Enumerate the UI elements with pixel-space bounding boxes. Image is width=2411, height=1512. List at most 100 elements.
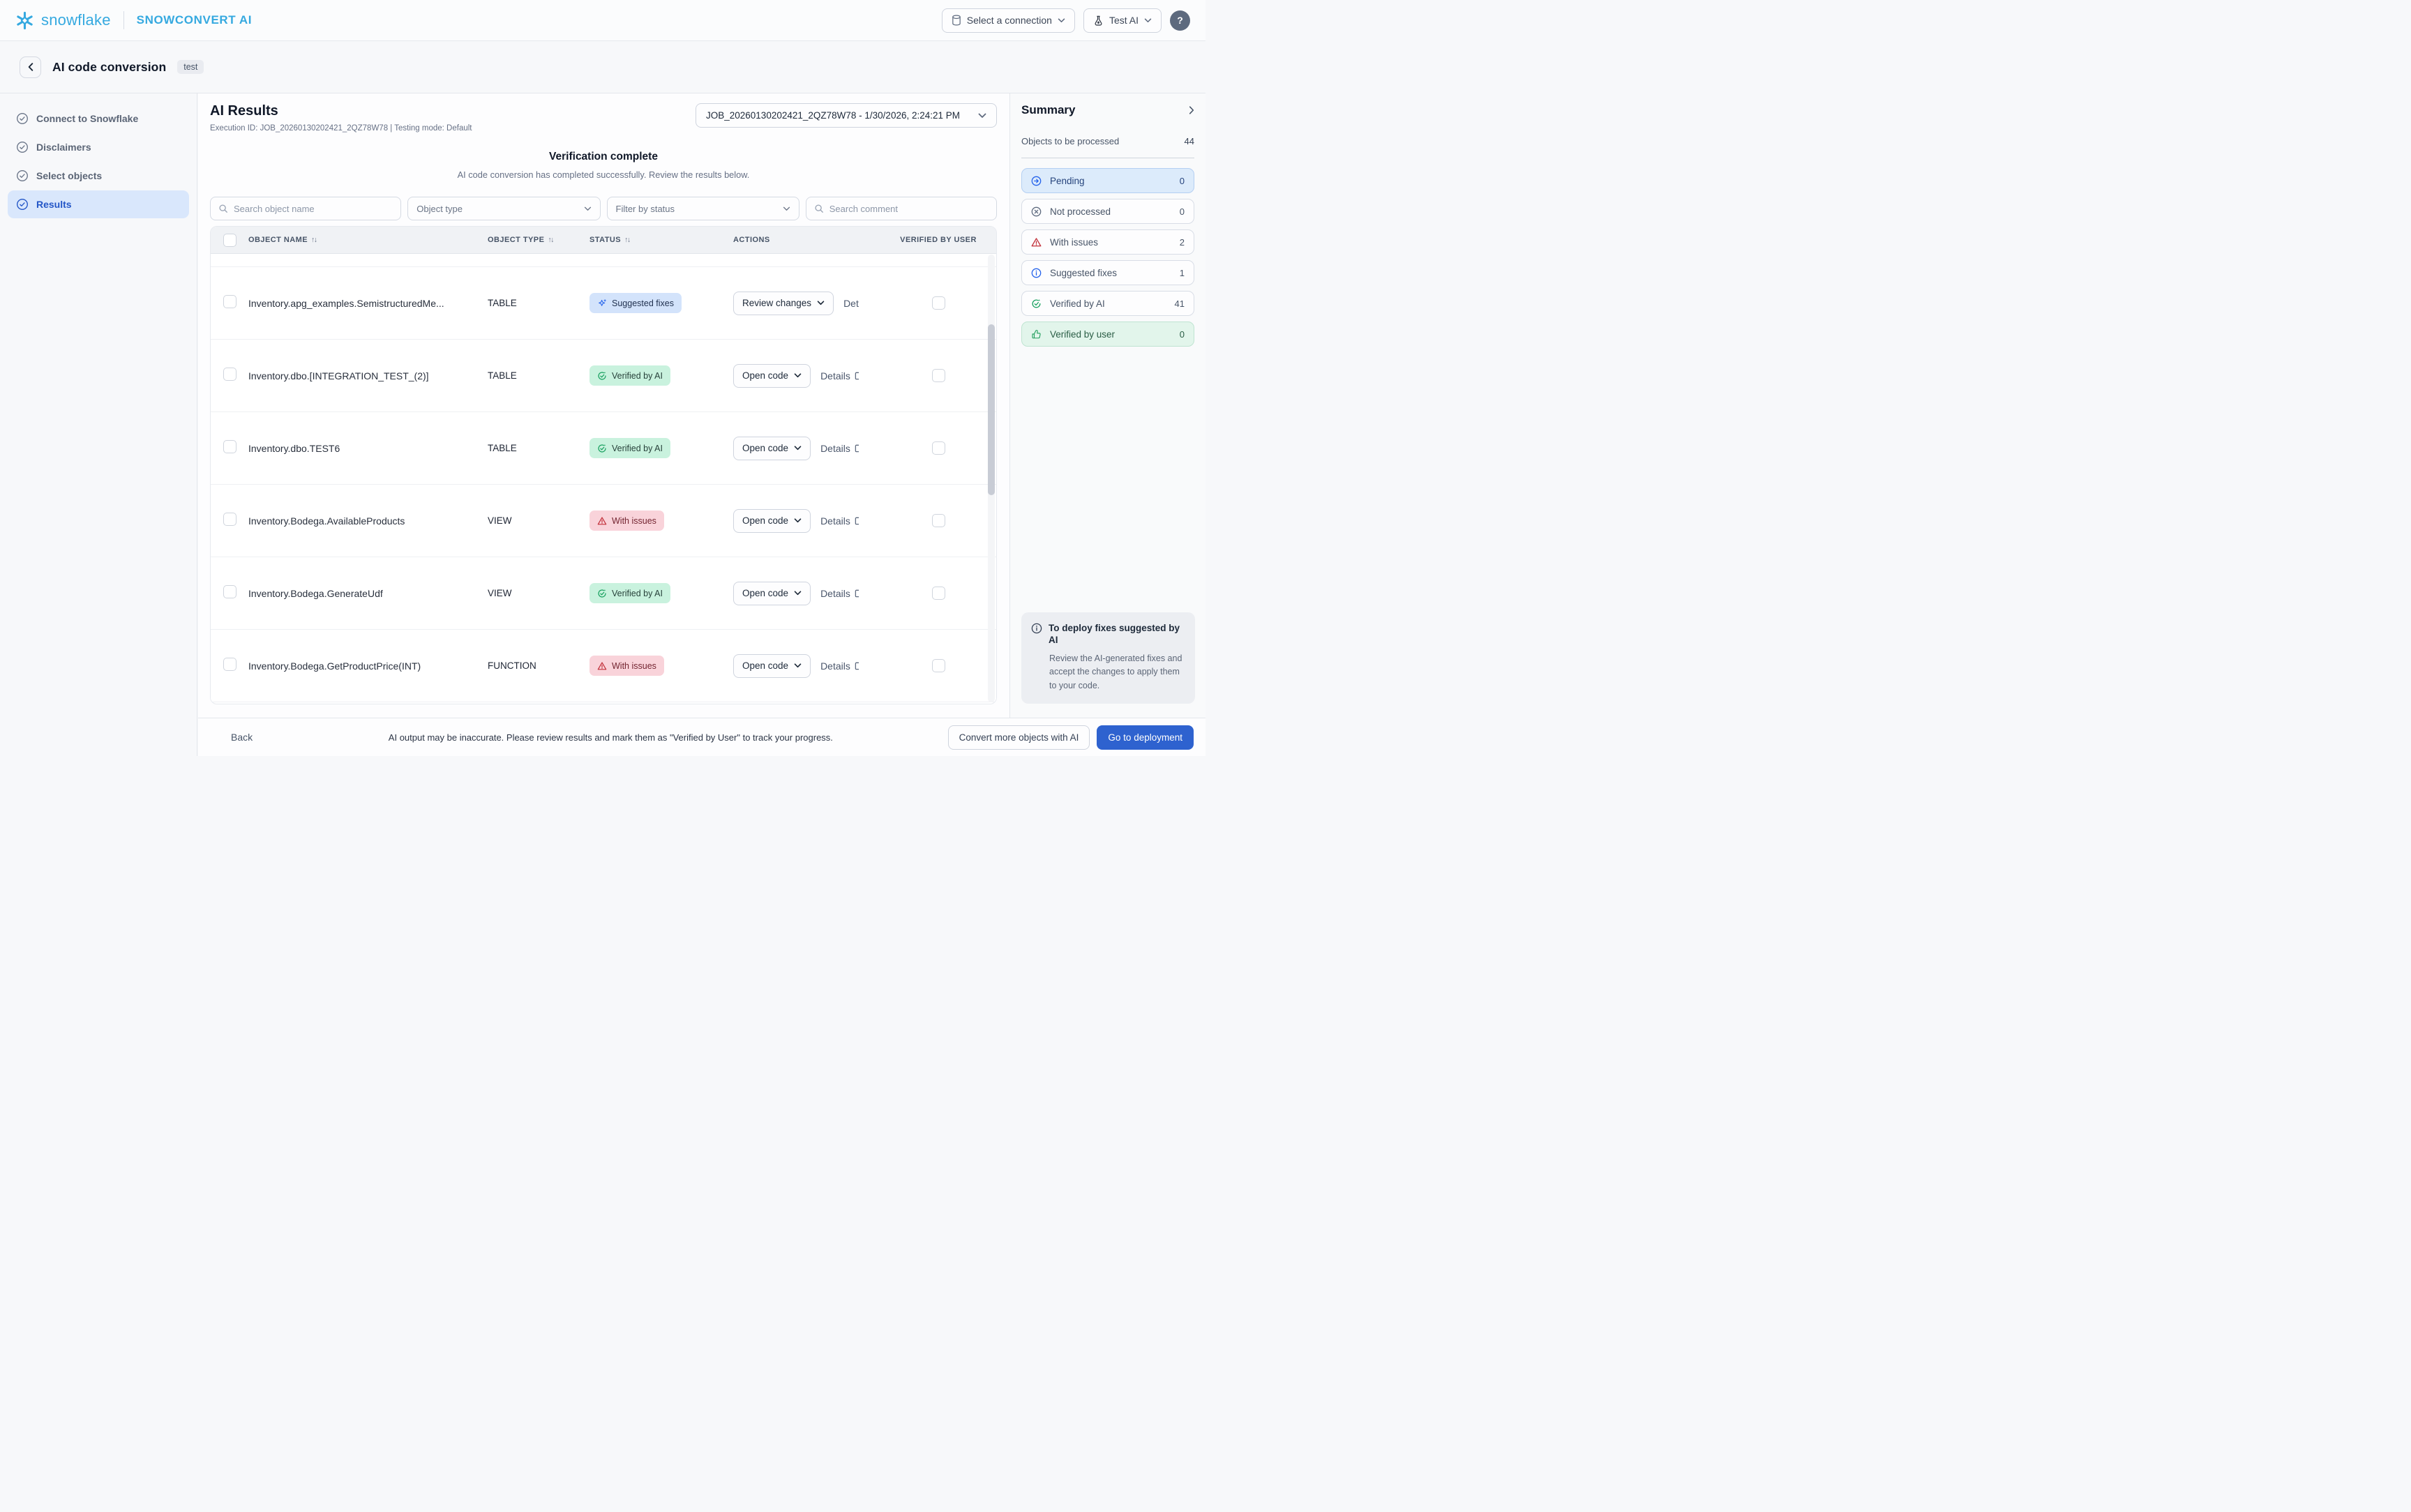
convert-more-button[interactable]: Convert more objects with AI: [948, 725, 1090, 750]
verified-by-user-checkbox[interactable]: [932, 441, 945, 455]
row-checkbox[interactable]: [223, 368, 236, 381]
summary-chip[interactable]: Suggested fixes 1: [1021, 260, 1194, 285]
sidebar-step[interactable]: Connect to Snowflake: [8, 105, 189, 133]
chip-count: 2: [1180, 237, 1185, 248]
test-ai-button[interactable]: Test AI: [1083, 8, 1162, 33]
verified-by-user-checkbox[interactable]: [932, 587, 945, 600]
help-button[interactable]: ?: [1170, 10, 1190, 31]
sort-icon[interactable]: ↑↓: [624, 236, 630, 244]
sparkles-icon: [597, 298, 607, 308]
table-row: Inventory.dbo.TEST6 TABLE: [211, 412, 996, 485]
chip-label: Verified by AI: [1050, 298, 1105, 309]
warning-triangle-icon: [1031, 237, 1042, 248]
external-link-icon: [855, 589, 859, 598]
select-all-checkbox[interactable]: [223, 234, 236, 247]
chevron-down-icon: [817, 301, 825, 305]
summary-chip[interactable]: Verified by AI 41: [1021, 291, 1194, 316]
action-button[interactable]: Review changes: [733, 292, 834, 315]
info-card-body: Review the AI-generated fixes and accept…: [1031, 652, 1185, 693]
external-link-icon: [855, 371, 859, 380]
chip-label: Not processed: [1050, 206, 1111, 217]
table-row: Inventory.dbo.[INTEGRATION_TEST_(2)] TAB…: [211, 340, 996, 412]
chip-label: Pending: [1050, 176, 1085, 186]
partially-scrolled-row: [211, 254, 996, 267]
summary-chip[interactable]: Verified by user 0: [1021, 322, 1194, 347]
details-link[interactable]: Details: [843, 298, 859, 309]
details-link[interactable]: Details: [820, 370, 859, 381]
steps-sidebar: Connect to Snowflake Disclaimers Select …: [0, 93, 197, 756]
verified-by-user-checkbox[interactable]: [932, 514, 945, 527]
chevron-left-icon: [28, 63, 33, 71]
check-circle-icon: [16, 169, 29, 182]
arrow-right-circle-icon: [1031, 176, 1042, 186]
external-link-icon: [855, 516, 859, 525]
details-label: Details: [820, 588, 850, 599]
summary-chip[interactable]: Not processed 0: [1021, 199, 1194, 224]
status-label: With issues: [612, 661, 656, 671]
sidebar-step-label: Results: [36, 199, 72, 210]
object-type: TABLE: [488, 370, 578, 381]
search-icon: [814, 204, 824, 213]
verified-by-user-checkbox[interactable]: [932, 369, 945, 382]
sort-icon[interactable]: ↑↓: [311, 236, 317, 244]
search-object-field[interactable]: [210, 197, 401, 220]
job-selector[interactable]: JOB_20260130202421_2QZ78W78 - 1/30/2026,…: [696, 103, 997, 128]
row-checkbox[interactable]: [223, 440, 236, 453]
object-type: TABLE: [488, 443, 578, 453]
details-link[interactable]: Details: [820, 515, 859, 527]
search-object-input[interactable]: [234, 204, 393, 214]
sidebar-step[interactable]: Select objects: [8, 162, 189, 190]
summary-chip[interactable]: With issues 2: [1021, 229, 1194, 255]
back-button[interactable]: [20, 56, 41, 78]
row-checkbox[interactable]: [223, 585, 236, 598]
table-scrollbar-thumb[interactable]: [988, 324, 995, 495]
ai-verified-check-icon: [597, 371, 607, 381]
database-icon: [952, 15, 961, 26]
details-link[interactable]: Details: [820, 588, 859, 599]
footer-back-button[interactable]: Back: [210, 732, 273, 743]
details-link[interactable]: Details: [820, 660, 859, 672]
row-checkbox[interactable]: [223, 513, 236, 526]
check-circle-icon: [16, 112, 29, 125]
search-icon: [218, 204, 228, 213]
verified-by-user-checkbox[interactable]: [932, 296, 945, 310]
collapse-panel-button[interactable]: [1189, 106, 1194, 114]
sort-icon[interactable]: ↑↓: [548, 236, 553, 244]
page-title: AI code conversion: [52, 60, 166, 75]
object-type: TABLE: [488, 298, 578, 308]
objects-to-process-row: Objects to be processed 44: [1021, 136, 1194, 146]
status-chip-list: Pending 0: [1021, 168, 1194, 347]
action-button[interactable]: Open code: [733, 509, 811, 533]
details-link[interactable]: Details: [820, 443, 859, 454]
search-comment-input[interactable]: [829, 204, 989, 214]
action-button[interactable]: Open code: [733, 582, 811, 605]
status-filter-select[interactable]: Filter by status: [607, 197, 799, 220]
brand-divider: [123, 11, 124, 29]
flask-snowflake-icon: [1093, 15, 1104, 26]
row-checkbox[interactable]: [223, 658, 236, 671]
summary-chip[interactable]: Pending 0: [1021, 168, 1194, 193]
sidebar-step[interactable]: Results: [8, 190, 189, 218]
chip-label: With issues: [1050, 237, 1098, 248]
action-button[interactable]: Open code: [733, 364, 811, 388]
status-badge: Verified by AI: [589, 365, 670, 386]
action-button[interactable]: Open code: [733, 437, 811, 460]
action-button[interactable]: Open code: [733, 654, 811, 678]
chip-count: 0: [1180, 206, 1185, 217]
select-connection-button[interactable]: Select a connection: [942, 8, 1075, 33]
row-checkbox[interactable]: [223, 295, 236, 308]
object-type-select[interactable]: Object type: [407, 197, 600, 220]
verified-by-user-checkbox[interactable]: [932, 659, 945, 672]
chevron-down-icon: [794, 591, 802, 596]
main-content: AI Results Execution ID: JOB_20260130202…: [198, 93, 1009, 718]
page-title-bar: AI code conversion test: [0, 41, 1206, 93]
table-header: OBJECT NAME↑↓ OBJECT TYPE↑↓ STATUS↑↓ ACT…: [211, 227, 996, 254]
test-ai-label: Test AI: [1109, 15, 1139, 26]
go-to-deployment-button[interactable]: Go to deployment: [1097, 725, 1194, 750]
project-badge: test: [177, 60, 204, 74]
info-circle-icon: [1031, 268, 1042, 278]
action-button-label: Open code: [742, 370, 788, 381]
sidebar-step[interactable]: Disclaimers: [8, 133, 189, 161]
table-body: Inventory.apg_examples.SemistructuredMe.…: [211, 267, 996, 702]
search-comment-field[interactable]: [806, 197, 997, 220]
